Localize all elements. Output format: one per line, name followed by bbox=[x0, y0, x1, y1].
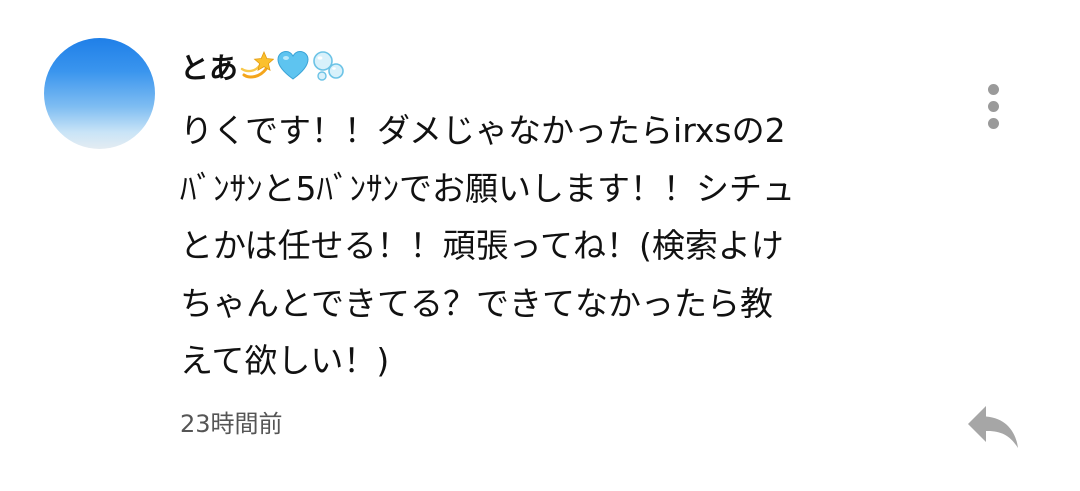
more-options-button[interactable] bbox=[976, 78, 1010, 134]
more-vertical-icon bbox=[987, 83, 999, 95]
comment-body: りくです！！ダメじゃなかったらirxsの2 ﾊﾞﾝｻﾝと5ﾊﾞﾝｻﾝでお願いしま… bbox=[180, 111, 795, 380]
reply-icon[interactable] bbox=[964, 402, 1022, 452]
avatar[interactable] bbox=[44, 38, 155, 149]
comment-card: とあ りくです！！ダメじゃなかったらirxsの2 ﾊﾞﾝｻﾝと5ﾊﾞﾝｻﾝでお願… bbox=[0, 0, 1080, 491]
bubbles-emoji-icon bbox=[313, 51, 344, 81]
comment-author: とあ bbox=[180, 44, 346, 88]
blue-heart-emoji-icon bbox=[277, 50, 309, 80]
comment-timestamp: 23時間前 bbox=[180, 410, 283, 438]
author-name[interactable]: とあ bbox=[180, 45, 238, 87]
dizzy-star-emoji-icon bbox=[240, 50, 275, 79]
